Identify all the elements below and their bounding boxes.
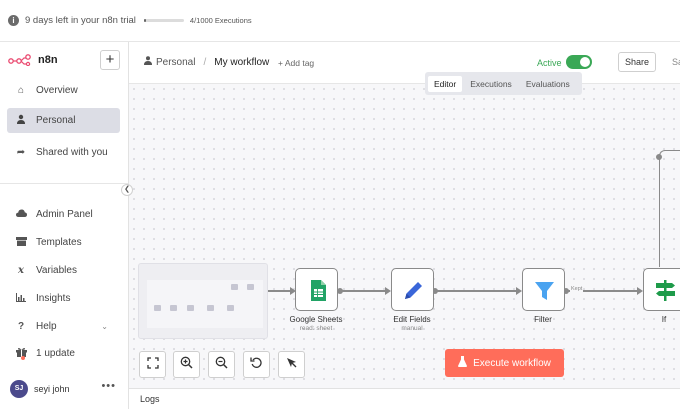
update-notification-dot: [21, 356, 25, 360]
sidebar-item-label: Variables: [36, 265, 77, 276]
filter-icon: [535, 282, 554, 300]
sidebar-item-shared[interactable]: ➦ Shared with you: [7, 140, 120, 165]
google-sheets-icon: [311, 280, 326, 301]
minimap-viewport: [147, 280, 263, 328]
sidebar-item-label: Shared with you: [36, 147, 108, 158]
sidebar-item-personal[interactable]: Personal: [7, 108, 120, 133]
save-button[interactable]: Sa: [672, 57, 680, 67]
zoom-in-icon: [180, 356, 193, 369]
undo-icon: [250, 357, 262, 368]
node-title: If: [661, 315, 667, 324]
cloud-icon: [15, 209, 27, 220]
add-tag-button[interactable]: + Add tag: [278, 58, 314, 68]
sidebar-item-label: Admin Panel: [36, 209, 93, 220]
node-subtitle: read: sheet: [299, 325, 333, 332]
sidebar-item-label: Personal: [36, 115, 76, 126]
sidebar-item-insights[interactable]: Insights: [7, 286, 120, 311]
sidebar-item-help[interactable]: ? Help ⌄: [7, 314, 120, 339]
user-menu[interactable]: SJ seyi john •••: [10, 379, 120, 399]
active-label: Active: [537, 58, 562, 68]
tab-executions[interactable]: Executions: [464, 76, 518, 92]
sidebar-item-overview[interactable]: ⌂ Overview: [7, 78, 120, 103]
zoom-out-icon: [215, 356, 228, 369]
logo-text: n8n: [38, 54, 58, 66]
create-button[interactable]: +: [100, 50, 120, 70]
chart-icon: [15, 292, 27, 305]
workflow-name[interactable]: My workflow: [214, 57, 269, 68]
sidebar-item-label: Help: [36, 321, 57, 332]
workflow-header: Personal / My workflow + Add tag Active …: [129, 42, 680, 84]
pencil-icon: [405, 282, 422, 299]
chevron-down-icon: ⌄: [101, 322, 108, 331]
zoom-in-button[interactable]: [173, 351, 200, 378]
node-google-sheets[interactable]: [295, 268, 338, 311]
active-toggle[interactable]: [566, 55, 592, 69]
tab-evaluations[interactable]: Evaluations: [520, 76, 576, 92]
breadcrumb-separator: /: [203, 56, 207, 68]
help-icon: ?: [17, 321, 25, 332]
collapse-sidebar-button[interactable]: ❮: [121, 184, 133, 196]
n8n-logo[interactable]: n8n: [8, 54, 58, 66]
node-filter[interactable]: [522, 268, 565, 311]
tab-editor[interactable]: Editor: [428, 75, 463, 92]
trial-banner: i 9 days left in your n8n trial 4/1000 E…: [0, 0, 680, 42]
signpost-icon: [656, 280, 675, 301]
sidebar-item-admin-panel[interactable]: Admin Panel: [7, 202, 120, 227]
sidebar-item-variables[interactable]: x Variables: [7, 258, 120, 283]
node-title: Google Sheets: [289, 315, 343, 324]
sidebar-item-label: Overview: [36, 85, 78, 96]
breadcrumb: Personal / My workflow: [144, 56, 269, 68]
flask-icon: [458, 356, 468, 370]
sidebar: n8n + ⌂ Overview Personal ➦ Shared with …: [0, 42, 129, 409]
more-options-icon[interactable]: •••: [101, 380, 116, 392]
home-icon: ⌂: [17, 85, 25, 96]
node-title: Filter: [534, 315, 552, 324]
fullscreen-icon: [146, 357, 159, 369]
variable-icon: x: [18, 265, 24, 276]
fit-view-button[interactable]: [139, 351, 166, 378]
trial-text: 9 days left in your n8n trial: [25, 15, 136, 26]
sidebar-item-templates[interactable]: Templates: [7, 230, 120, 255]
connection-line: [659, 150, 680, 267]
execute-workflow-label: Execute workflow: [473, 357, 551, 369]
node-edit-fields[interactable]: [391, 268, 434, 311]
cursor-icon: [287, 358, 297, 368]
node-subtitle: manual: [401, 325, 423, 332]
user-icon: [15, 114, 27, 127]
tidy-up-button[interactable]: [278, 351, 305, 378]
executions-progress-bar: [143, 19, 184, 22]
sidebar-item-label: 1 update: [36, 348, 75, 359]
share-button[interactable]: Share: [618, 52, 656, 72]
n8n-logo-icon: [8, 54, 31, 66]
sidebar-item-label: Insights: [36, 293, 71, 304]
reset-zoom-button[interactable]: [243, 351, 270, 378]
avatar: SJ: [10, 380, 28, 398]
project-link[interactable]: Personal: [156, 57, 195, 68]
logs-label: Logs: [140, 394, 160, 404]
workflow-canvas[interactable]: Kept Google Sheets read: sheet Edit Fiel…: [129, 84, 680, 388]
node-if[interactable]: [643, 268, 680, 311]
sidebar-item-label: Templates: [36, 237, 82, 248]
box-icon: [15, 236, 27, 249]
user-icon: [144, 56, 152, 68]
user-name: seyi john: [34, 384, 70, 394]
logs-panel-toggle[interactable]: Logs: [129, 388, 680, 409]
info-icon: i: [8, 15, 19, 26]
minimap[interactable]: [138, 263, 268, 339]
node-title: Edit Fields: [393, 315, 431, 324]
sidebar-divider: [0, 183, 128, 184]
sidebar-item-update[interactable]: 1 update: [7, 341, 120, 366]
execute-workflow-button[interactable]: Execute workflow: [445, 349, 564, 377]
zoom-out-button[interactable]: [208, 351, 235, 378]
share-icon: ➦: [16, 147, 26, 158]
view-tabs: Editor Executions Evaluations: [425, 72, 582, 95]
connection-endpoint: [656, 154, 662, 160]
executions-count: 4/1000 Executions: [189, 16, 252, 25]
connection-label: Kept: [570, 286, 584, 292]
